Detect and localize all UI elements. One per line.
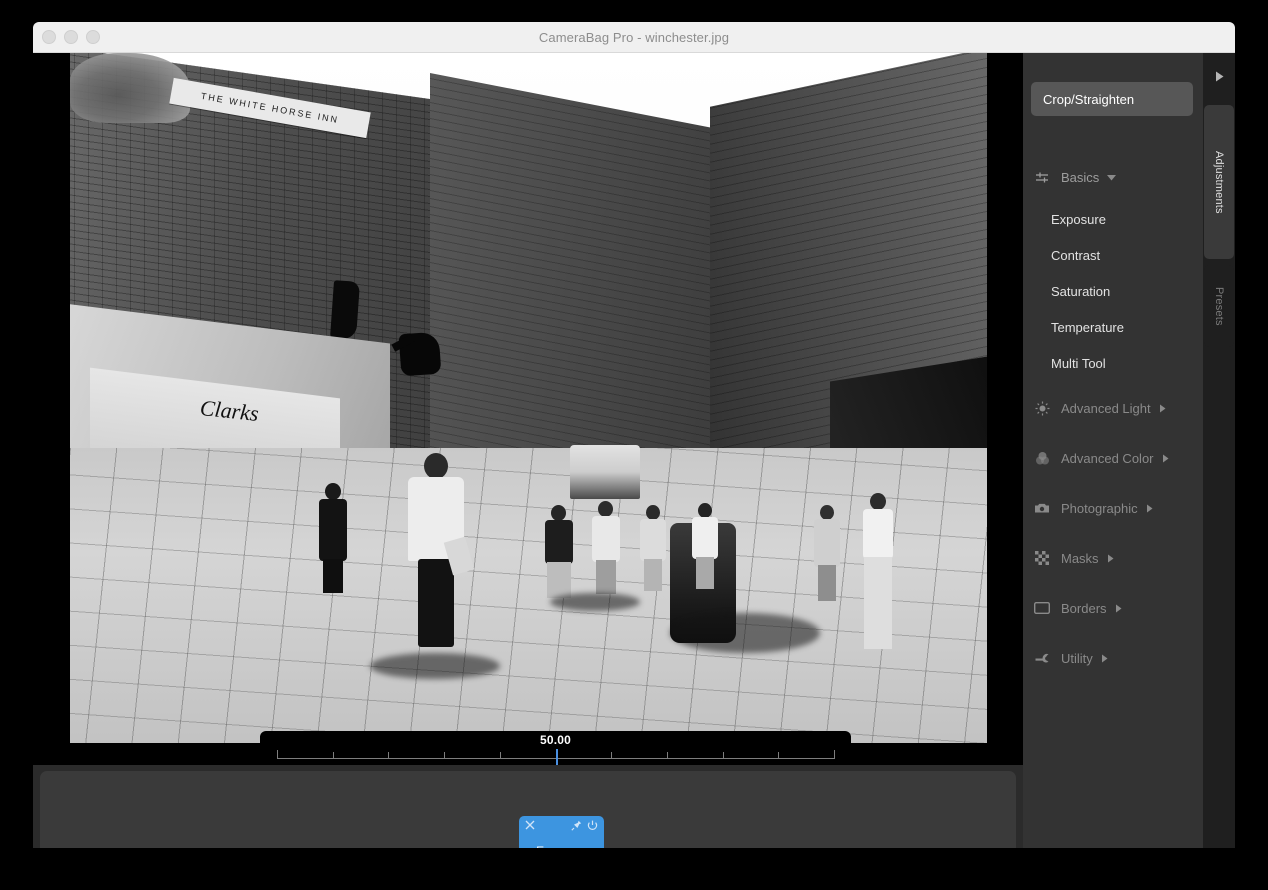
adjustment-item-multi-tool[interactable]: Multi Tool [1023, 351, 1203, 375]
group-basics-label: Basics [1061, 169, 1100, 185]
group-advanced-light-label: Advanced Light [1061, 400, 1151, 416]
group-photographic[interactable]: Photographic [1023, 495, 1203, 521]
canvas-letterbox-right [986, 53, 1023, 765]
slider-value: 50.00 [539, 733, 572, 747]
rectangle-icon [1031, 602, 1053, 614]
color-circles-icon [1031, 451, 1053, 466]
group-advanced-light[interactable]: Advanced Light [1023, 395, 1203, 421]
group-borders-label: Borders [1061, 600, 1107, 616]
photo-pedestrian-main [400, 453, 475, 663]
power-icon[interactable] [587, 820, 598, 831]
minimize-window-button[interactable] [64, 30, 78, 44]
crop-straighten-button[interactable]: Crop/Straighten [1031, 82, 1193, 116]
photo-pedestrian-b [542, 505, 576, 601]
photo-van [570, 445, 640, 499]
close-icon[interactable] [525, 820, 535, 830]
maximize-window-button[interactable] [86, 30, 100, 44]
photo-pedestrian-g [860, 493, 896, 653]
filter-tile-label: Exposure [519, 844, 604, 848]
group-photographic-label: Photographic [1061, 500, 1138, 516]
chevron-right-icon[interactable] [1146, 504, 1153, 513]
canvas-letterbox-left [33, 53, 70, 765]
application-window: CameraBag Pro - winchester.jpg THE WHITE… [33, 22, 1235, 848]
photo-pedestrian-c [590, 501, 622, 599]
photo-pedestrian-d [638, 505, 668, 597]
photo-shadow-main [370, 653, 500, 679]
adjustment-item-label: Multi Tool [1051, 355, 1106, 371]
adjustment-item-saturation[interactable]: Saturation [1023, 279, 1203, 303]
tab-adjustments[interactable]: Adjustments [1204, 105, 1234, 259]
window-title: CameraBag Pro - winchester.jpg [538, 29, 730, 45]
photo-hanging-boot-sign [330, 280, 360, 340]
tab-presets[interactable]: Presets [1204, 265, 1234, 347]
photo-pedestrian-left [315, 483, 351, 595]
chevron-right-icon[interactable] [1101, 654, 1108, 663]
photo-pedestrian-e [690, 503, 720, 595]
tab-adjustments-label: Adjustments [1213, 150, 1225, 214]
photo-pavement [70, 448, 987, 743]
group-masks-label: Masks [1061, 550, 1099, 566]
filter-tile-exposure[interactable]: Exposure [519, 816, 604, 848]
close-window-button[interactable] [42, 30, 56, 44]
amount-slider[interactable]: 50.00 [260, 731, 851, 765]
chevron-down-icon[interactable] [1107, 174, 1117, 181]
group-advanced-color[interactable]: Advanced Color [1023, 445, 1203, 471]
group-borders[interactable]: Borders [1023, 595, 1203, 621]
tab-presets-label: Presets [1213, 286, 1225, 326]
group-utility-label: Utility [1061, 650, 1093, 666]
group-basics[interactable]: Basics [1023, 164, 1203, 190]
window-controls [42, 22, 100, 52]
chevron-right-icon[interactable] [1107, 554, 1114, 563]
photo-pedestrian-f [812, 505, 842, 605]
checker-mask-icon [1031, 551, 1053, 565]
title-bar: CameraBag Pro - winchester.jpg [33, 22, 1235, 53]
photo-shadow-b [550, 593, 640, 611]
filter-stack-panel: Exposure [40, 771, 1016, 848]
sliders-icon [1031, 171, 1053, 184]
wrench-icon [1031, 652, 1053, 665]
adjustment-item-label: Saturation [1051, 283, 1111, 299]
slider-handle[interactable] [555, 749, 558, 765]
play-triangle-icon [1215, 71, 1224, 82]
photo-image[interactable]: THE WHITE HORSE INN Clarks [70, 53, 987, 743]
crop-straighten-label: Crop/Straighten [1043, 91, 1135, 107]
adjustment-item-exposure[interactable]: Exposure [1023, 207, 1203, 231]
group-utility[interactable]: Utility [1023, 645, 1203, 671]
chevron-right-icon[interactable] [1115, 604, 1122, 613]
adjustment-item-label: Exposure [1051, 211, 1106, 227]
adjustment-item-label: Contrast [1051, 247, 1101, 263]
adjustments-panel: Crop/Straighten Basics Exposure Contrast… [1023, 53, 1235, 848]
group-advanced-color-label: Advanced Color [1061, 450, 1154, 466]
image-canvas[interactable]: THE WHITE HORSE INN Clarks 50.00 [33, 53, 1023, 765]
adjustment-item-label: Temperature [1051, 319, 1124, 335]
photo-shadow-scooter [670, 613, 820, 653]
chevron-right-icon[interactable] [1162, 454, 1169, 463]
pin-icon[interactable] [571, 820, 582, 831]
adjustments-panel-content: Crop/Straighten Basics Exposure Contrast… [1023, 53, 1203, 848]
chevron-right-icon[interactable] [1159, 404, 1166, 413]
adjustment-item-contrast[interactable]: Contrast [1023, 243, 1203, 267]
sun-icon [1031, 401, 1053, 416]
camera-icon [1031, 502, 1053, 514]
group-masks[interactable]: Masks [1023, 545, 1203, 571]
adjustment-item-temperature[interactable]: Temperature [1023, 315, 1203, 339]
window-body: THE WHITE HORSE INN Clarks 50.00 Crop/St… [33, 53, 1235, 848]
panel-expand-button[interactable] [1203, 61, 1235, 91]
